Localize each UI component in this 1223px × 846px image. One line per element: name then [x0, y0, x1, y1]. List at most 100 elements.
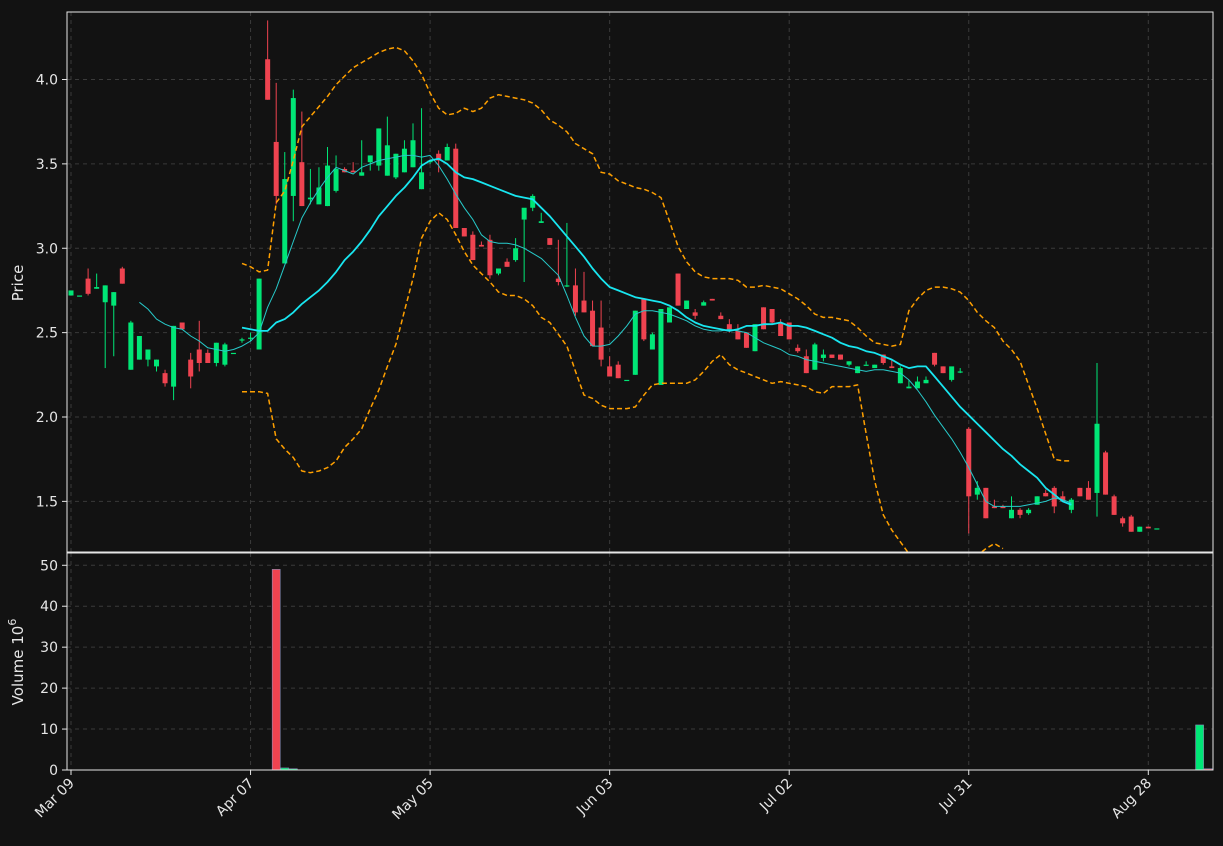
candle-body — [136, 336, 142, 360]
candle-body — [401, 148, 407, 173]
candle-body — [513, 248, 519, 261]
candle-body — [188, 359, 194, 377]
candle-body — [1051, 487, 1057, 507]
bollinger-lower-line — [242, 212, 1004, 552]
candle-body — [547, 238, 553, 245]
candle-body — [675, 273, 681, 306]
candle-body — [641, 298, 647, 340]
candle-body — [572, 285, 578, 313]
candle-body — [179, 322, 185, 330]
candle-body — [1145, 526, 1151, 529]
candle-body — [111, 292, 117, 306]
candle-body — [709, 298, 715, 301]
candle-body — [256, 278, 262, 350]
candle-body — [795, 347, 801, 352]
candle-body — [598, 327, 604, 360]
x-tick-label: Mar 09 — [32, 776, 78, 822]
volume-label-exponent: 6 — [6, 619, 19, 626]
candle-body — [564, 285, 570, 287]
volume-axes-frame — [66, 552, 1214, 771]
candle-body — [820, 354, 826, 358]
x-tick-label: Jul 02 — [756, 776, 796, 816]
price-panel — [68, 20, 1160, 552]
candle-body — [94, 287, 100, 289]
candle-body — [897, 368, 903, 384]
candle-body — [273, 141, 279, 196]
candle-body — [838, 354, 843, 360]
candle-body — [213, 342, 219, 363]
candle-body — [1111, 496, 1117, 515]
ma-slow-line — [241, 157, 1072, 506]
candle-body — [1017, 509, 1023, 515]
candle-body — [68, 290, 74, 296]
candle-body — [829, 354, 835, 358]
candle-body — [726, 324, 732, 330]
price-grid — [67, 12, 1213, 552]
candle-body — [1137, 526, 1143, 532]
candle-body — [581, 300, 587, 313]
candle-body — [778, 322, 784, 336]
candle-body — [615, 364, 621, 379]
candle-body — [333, 168, 339, 191]
candle-body — [171, 325, 177, 387]
x-tick-label: Aug 28 — [1109, 776, 1155, 822]
candle-body — [1128, 516, 1134, 532]
candle-body — [906, 386, 912, 389]
x-tick-label: Jun 03 — [573, 776, 616, 819]
bollinger-upper-line — [241, 46, 1072, 462]
candle-body — [154, 359, 159, 367]
candle-body — [1094, 423, 1100, 493]
candle-body — [743, 332, 749, 348]
candle-body — [299, 162, 305, 207]
candle-body — [863, 364, 869, 366]
candle-body — [282, 179, 288, 264]
ma-fast-line — [139, 154, 1072, 507]
volume-ytick-label: 30 — [40, 640, 58, 656]
candle-body — [504, 261, 510, 267]
candle-body — [1077, 487, 1083, 497]
candle-body — [128, 322, 134, 370]
candle-body — [590, 310, 596, 347]
volume-ytick-label: 20 — [40, 681, 58, 697]
volume-ytick-label: 50 — [40, 558, 58, 574]
volume-ytick-label: 10 — [40, 722, 58, 738]
x-tick-label: Jul 31 — [936, 776, 976, 816]
price-ytick-label: 1.5 — [36, 494, 58, 510]
candle-body — [649, 334, 655, 350]
candle-body — [102, 285, 108, 303]
candle-body — [384, 145, 390, 176]
candle-body — [487, 239, 493, 276]
candle-body — [1009, 509, 1014, 519]
price-ytick-label: 2.0 — [36, 410, 58, 426]
volume-grid — [67, 553, 1213, 771]
candle-body — [265, 59, 271, 100]
candle-body — [983, 487, 989, 519]
candle-body — [701, 302, 707, 306]
price-axes-frame — [66, 11, 1214, 553]
volume-axis-label: Volume 106 — [6, 619, 27, 706]
candle-body — [85, 278, 91, 294]
candle-body — [658, 309, 664, 385]
candle-body — [77, 295, 83, 297]
candle-body — [761, 307, 767, 330]
candle-body — [957, 371, 963, 373]
candle-body — [632, 310, 638, 375]
candle-body — [162, 373, 168, 384]
candle-body — [769, 309, 775, 323]
candle-body — [846, 361, 852, 365]
candle-body — [949, 366, 955, 380]
candle-body — [684, 300, 690, 309]
candle-body — [196, 349, 202, 363]
candle-body — [872, 364, 878, 369]
price-ytick-label: 3.5 — [36, 157, 58, 173]
candle-body — [478, 244, 484, 247]
candle-body — [470, 234, 476, 261]
price-ytick-label: 3.0 — [36, 241, 58, 257]
candle-body — [367, 155, 373, 163]
candlestick-chart: 1.5 2.0 2.5 3.0 3.5 4.0 0 10 20 30 40 50 Mar 09 Apr 0… — [0, 0, 1223, 842]
candle-body — [419, 172, 425, 190]
candle-body — [607, 366, 613, 377]
price-ytick-label: 2.5 — [36, 326, 58, 342]
candle-body — [966, 428, 972, 497]
x-tick-label: May 05 — [389, 776, 437, 824]
